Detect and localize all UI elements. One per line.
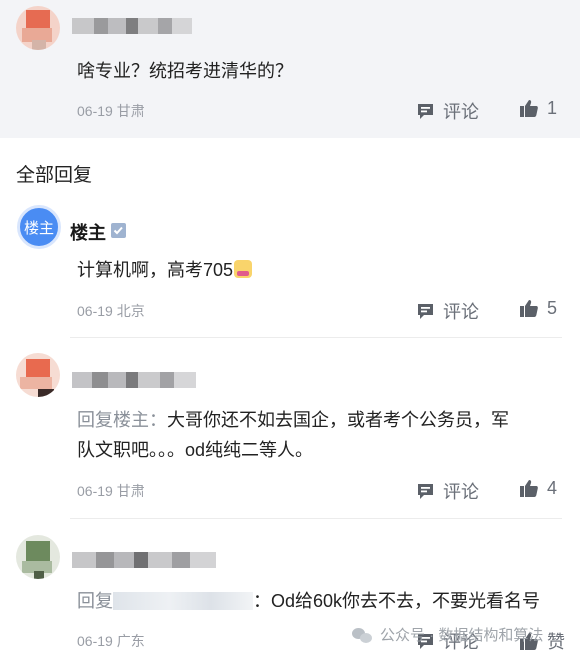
comment-icon: [416, 302, 435, 321]
reply-meta: 06-19 广东: [77, 631, 145, 651]
comment-icon: [416, 102, 435, 121]
watermark: 公众号 · 数据结构和算法: [352, 624, 543, 645]
username-blurred: [72, 552, 216, 568]
like-button[interactable]: 5: [519, 298, 557, 319]
avatar[interactable]: [16, 6, 60, 50]
watermark-text: 公众号 · 数据结构和算法: [380, 627, 544, 644]
divider: [70, 337, 562, 338]
comment-meta: 06-19 甘肃: [77, 101, 145, 121]
reply-text: 回复楼主：大哥你还不如去国企，或者考个公务员，军: [77, 410, 509, 430]
wechat-icon: [352, 626, 374, 644]
like-label: 赞: [547, 632, 565, 652]
divider: [70, 518, 562, 519]
reply-location: 广东: [116, 633, 145, 649]
like-button[interactable]: 1: [519, 98, 557, 119]
reply-date: 06-19: [77, 483, 113, 499]
reply-meta: 06-19 北京: [77, 301, 145, 321]
like-button[interactable]: 4: [519, 478, 557, 499]
comment-label: 评论: [443, 302, 479, 322]
thumbs-up-icon: [519, 479, 539, 498]
username-blurred: [72, 18, 192, 34]
author-name[interactable]: 楼主: [70, 219, 106, 245]
comment-location: 甘肃: [116, 103, 145, 119]
reply-date: 06-19: [77, 303, 113, 319]
thumbs-up-icon: [519, 299, 539, 318]
comment-button[interactable]: 评论: [416, 478, 479, 504]
comment-icon: [416, 482, 435, 501]
avatar[interactable]: [16, 535, 60, 579]
reply-meta: 06-19 甘肃: [77, 481, 145, 501]
reply-text-line2: 队文职吧。。。od纯纯二等人。: [77, 440, 314, 460]
avatar[interactable]: 楼主: [17, 205, 61, 249]
quoted-comment: 啥专业？统招考进清华的？ 06-19 甘肃 评论 1: [0, 0, 580, 138]
section-title: 全部回复: [16, 165, 93, 186]
reply-location: 北京: [116, 303, 145, 319]
emoji-icon: [234, 260, 253, 278]
comment-label: 评论: [443, 102, 479, 122]
username-blurred: [72, 372, 196, 388]
comment-button[interactable]: 评论: [416, 298, 479, 324]
reply-date: 06-19: [77, 633, 113, 649]
like-count: 5: [547, 298, 558, 318]
verified-icon: [111, 223, 126, 238]
thumbs-up-icon: [519, 99, 539, 118]
reply-prefix: 回复楼主：: [77, 410, 167, 430]
avatar[interactable]: [16, 353, 60, 397]
reply-prefix: 回复: [77, 591, 113, 611]
comment-label: 评论: [443, 482, 479, 502]
reply-location: 甘肃: [116, 483, 145, 499]
comment-date: 06-19: [77, 103, 113, 119]
reply-text: 回复 ：Od给60k你去不去，不要光看名号: [77, 591, 541, 611]
reply-text: 计算机啊，高考705: [77, 255, 253, 285]
comment-button[interactable]: 评论: [416, 98, 479, 124]
like-count: 1: [547, 98, 558, 118]
username-blurred: [113, 592, 253, 610]
comment-text: 啥专业？统招考进清华的？: [77, 61, 293, 81]
like-count: 4: [547, 478, 558, 498]
